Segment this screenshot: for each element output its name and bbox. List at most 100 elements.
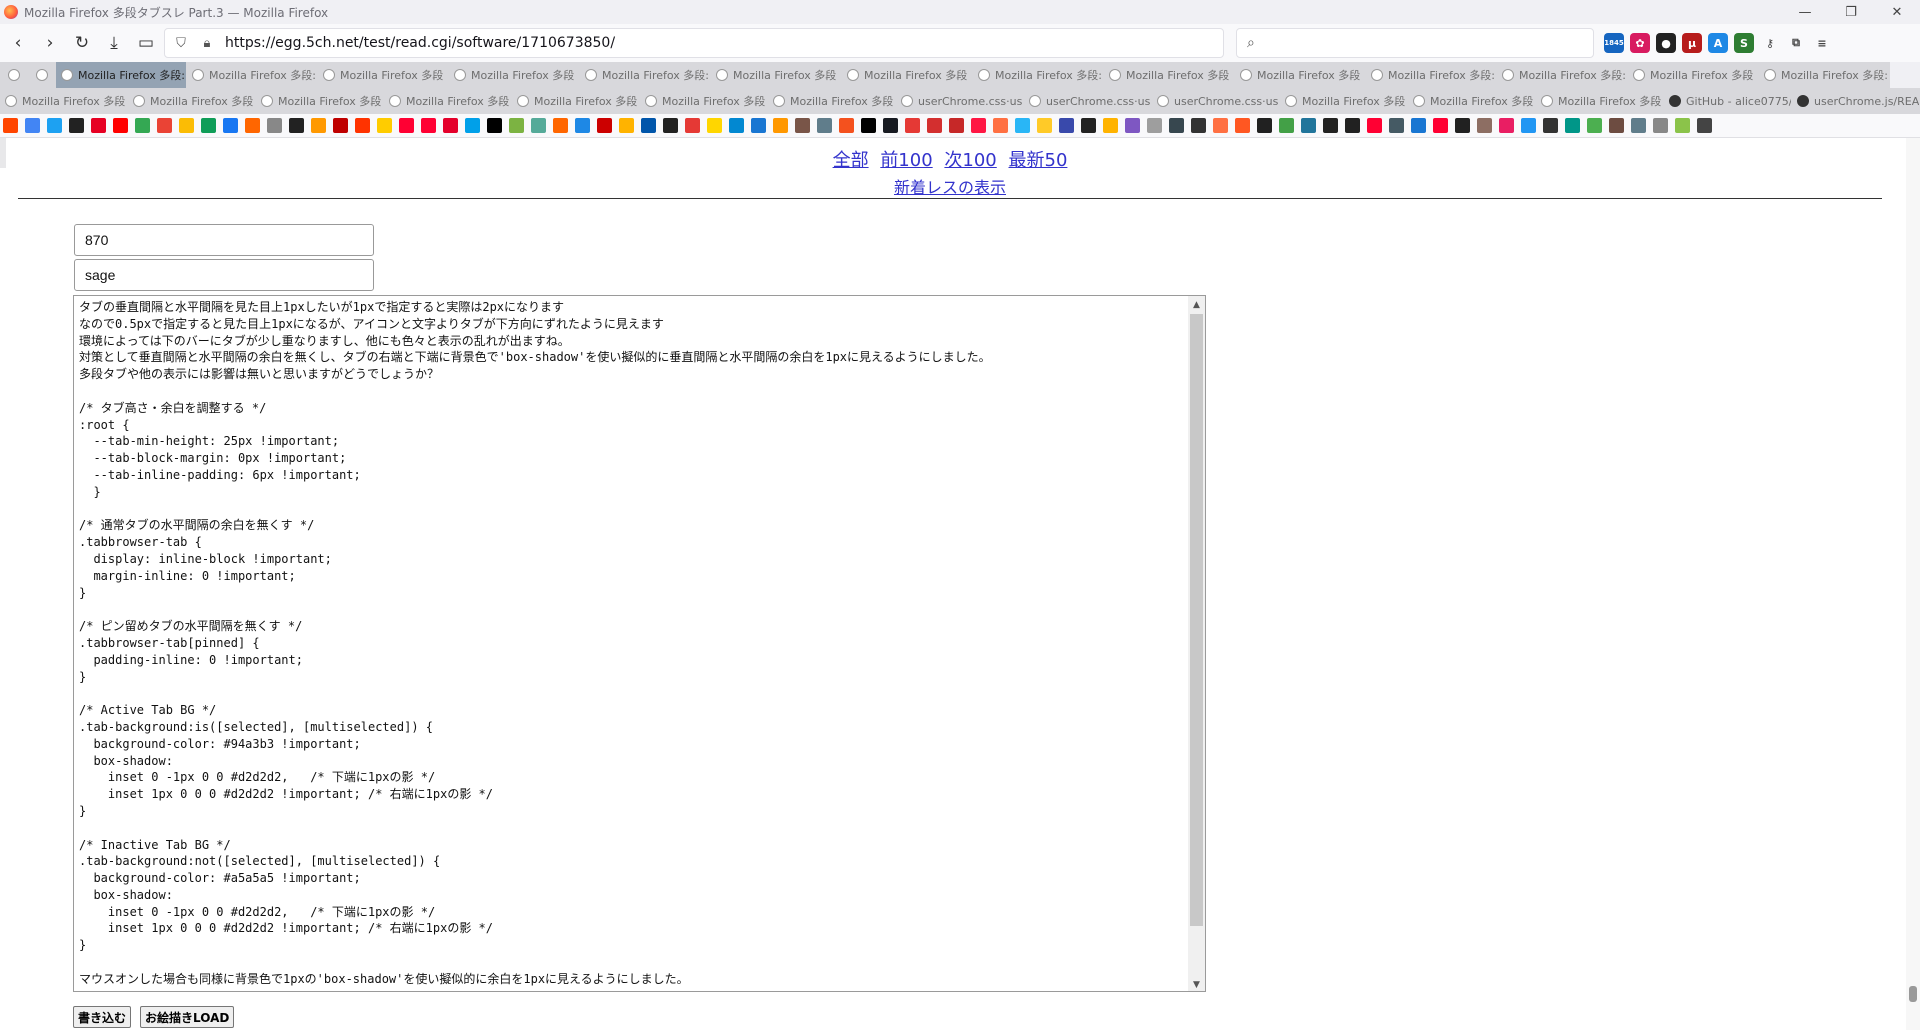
scroll-up-icon[interactable]: ▲ — [1188, 296, 1205, 313]
bookmark-favicon-icon[interactable] — [135, 118, 150, 133]
restore-button[interactable]: ❐ — [1828, 0, 1874, 24]
bookmark-favicon-icon[interactable] — [1147, 118, 1162, 133]
bookmark-favicon-icon[interactable] — [245, 118, 260, 133]
bookmark-favicon-icon[interactable] — [1587, 118, 1602, 133]
page-scrollbar[interactable] — [1906, 138, 1920, 1030]
translate-icon[interactable]: A — [1708, 33, 1728, 53]
link-next-100[interactable]: 次100 — [944, 150, 996, 171]
row2-tab[interactable]: GitHub - alice0775/ — [1664, 88, 1792, 114]
bookmark-favicon-icon[interactable] — [289, 118, 304, 133]
bookmark-favicon-icon[interactable] — [1521, 118, 1536, 133]
row1-tab[interactable]: Mozilla Firefox 多段: — [1759, 62, 1890, 88]
bookmark-favicon-icon[interactable] — [421, 118, 436, 133]
bookmark-favicon-icon[interactable] — [795, 118, 810, 133]
bookmark-favicon-icon[interactable] — [751, 118, 766, 133]
bookmark-favicon-icon[interactable] — [817, 118, 832, 133]
bookmark-favicon-icon[interactable] — [1411, 118, 1426, 133]
row1-tab[interactable]: Mozilla Firefox 多段: — [1366, 62, 1497, 88]
bookmark-favicon-icon[interactable] — [597, 118, 612, 133]
bookmark-favicon-icon[interactable] — [179, 118, 194, 133]
bookmark-favicon-icon[interactable] — [949, 118, 964, 133]
row2-tab[interactable]: Mozilla Firefox 多段 — [256, 88, 384, 114]
bookmark-favicon-icon[interactable] — [1059, 118, 1074, 133]
bookmark-favicon-icon[interactable] — [157, 118, 172, 133]
bookmark-favicon-icon[interactable] — [531, 118, 546, 133]
row1-tab[interactable]: Mozilla Firefox 多段: — [973, 62, 1104, 88]
row2-tab[interactable]: userChrome.css·us — [1152, 88, 1280, 114]
submit-button[interactable]: 書き込む — [73, 1006, 132, 1028]
bookmark-favicon-icon[interactable] — [1477, 118, 1492, 133]
bookmark-favicon-icon[interactable] — [333, 118, 348, 133]
row2-tab[interactable]: userChrome.js/REAI — [1792, 88, 1920, 114]
bookmark-favicon-icon[interactable] — [619, 118, 634, 133]
textarea-scroll-thumb[interactable] — [1190, 314, 1203, 926]
row2-tab[interactable]: userChrome.css·us — [896, 88, 1024, 114]
row2-tab[interactable]: Mozilla Firefox 多段 — [1408, 88, 1536, 114]
scroll-down-icon[interactable]: ▼ — [1188, 976, 1205, 991]
row2-tab[interactable]: Mozilla Firefox 多段 — [1280, 88, 1408, 114]
extension-flower-icon[interactable]: ✿ — [1630, 33, 1650, 53]
row1-tab[interactable]: Mozilla Firefox 多段 — [449, 62, 580, 88]
bookmark-favicon-icon[interactable] — [1499, 118, 1514, 133]
row2-tab[interactable]: userChrome.css·us — [1024, 88, 1152, 114]
shield-icon[interactable]: ⛉ — [171, 36, 191, 51]
bookmark-favicon-icon[interactable] — [1301, 118, 1316, 133]
bookmark-favicon-icon[interactable] — [267, 118, 282, 133]
lock-icon[interactable]: 🔒︎ — [197, 36, 217, 51]
bookmark-favicon-icon[interactable] — [1389, 118, 1404, 133]
forward-icon[interactable]: › — [36, 29, 64, 57]
menu-icon[interactable]: ≡ — [1812, 33, 1832, 53]
bookmark-favicon-icon[interactable] — [1037, 118, 1052, 133]
row1-tab[interactable]: Mozilla Firefox 多段 — [1235, 62, 1366, 88]
bookmark-favicon-icon[interactable] — [69, 118, 84, 133]
bookmark-favicon-icon[interactable] — [971, 118, 986, 133]
row1-tab[interactable] — [28, 62, 56, 88]
url-bar[interactable]: ⛉ 🔒︎ https://egg.5ch.net/test/read.cgi/s… — [164, 28, 1224, 58]
link-prev-100[interactable]: 前100 — [880, 150, 932, 171]
bookmark-favicon-icon[interactable] — [685, 118, 700, 133]
bookmark-favicon-icon[interactable] — [641, 118, 656, 133]
link-new-res[interactable]: 新着レスの表示 — [894, 178, 1006, 197]
back-icon[interactable]: ‹ — [4, 29, 32, 57]
bookmark-favicon-icon[interactable] — [311, 118, 326, 133]
bookmark-favicon-icon[interactable] — [3, 118, 18, 133]
row1-tab[interactable]: Mozilla Firefox 多段 — [1628, 62, 1759, 88]
minimize-button[interactable]: — — [1782, 0, 1828, 24]
bookmark-favicon-icon[interactable] — [355, 118, 370, 133]
row2-tab[interactable]: Mozilla Firefox 多段 — [768, 88, 896, 114]
name-field[interactable] — [74, 224, 374, 256]
bookmark-favicon-icon[interactable] — [1697, 118, 1712, 133]
bookmark-favicon-icon[interactable] — [1433, 118, 1448, 133]
row1-tab[interactable]: Mozilla Firefox 多段 — [842, 62, 973, 88]
row2-tab[interactable]: Mozilla Firefox 多段 — [0, 88, 128, 114]
bookmark-favicon-icon[interactable] — [1609, 118, 1624, 133]
link-all[interactable]: 全部 — [833, 150, 869, 171]
bookmark-favicon-icon[interactable] — [729, 118, 744, 133]
search-bar[interactable]: ⌕ — [1236, 28, 1594, 58]
bookmark-favicon-icon[interactable] — [399, 118, 414, 133]
row1-tab[interactable]: Mozilla Firefox 多段: — [187, 62, 318, 88]
bookmark-favicon-icon[interactable] — [25, 118, 40, 133]
bookmark-favicon-icon[interactable] — [1367, 118, 1382, 133]
bookmark-favicon-icon[interactable] — [1345, 118, 1360, 133]
bookmark-favicon-icon[interactable] — [1015, 118, 1030, 133]
bookmark-favicon-icon[interactable] — [839, 118, 854, 133]
bookmark-favicon-icon[interactable] — [663, 118, 678, 133]
bookmark-favicon-icon[interactable] — [993, 118, 1008, 133]
message-text[interactable]: タブの垂直間隔と水平間隔を見た目上1pxしたいが1pxで指定すると実際は2pxに… — [79, 299, 1179, 988]
bookmark-favicon-icon[interactable] — [1631, 118, 1646, 133]
bookmark-favicon-icon[interactable] — [1213, 118, 1228, 133]
reload-icon[interactable]: ↻ — [68, 29, 96, 57]
bookmark-favicon-icon[interactable] — [201, 118, 216, 133]
extensions-puzzle-icon[interactable]: ⧉ — [1786, 33, 1806, 53]
bookmark-favicon-icon[interactable] — [1653, 118, 1668, 133]
bookmark-favicon-icon[interactable] — [509, 118, 524, 133]
bookmark-favicon-icon[interactable] — [553, 118, 568, 133]
textarea-scrollbar[interactable]: ▲ ▼ — [1188, 296, 1205, 991]
bookmark-favicon-icon[interactable] — [113, 118, 128, 133]
bookmark-favicon-icon[interactable] — [905, 118, 920, 133]
bookmark-favicon-icon[interactable] — [861, 118, 876, 133]
row2-tab[interactable]: Mozilla Firefox 多段 — [640, 88, 768, 114]
row1-tab[interactable]: Mozilla Firefox 多段: — [1497, 62, 1628, 88]
bookmark-favicon-icon[interactable] — [707, 118, 722, 133]
